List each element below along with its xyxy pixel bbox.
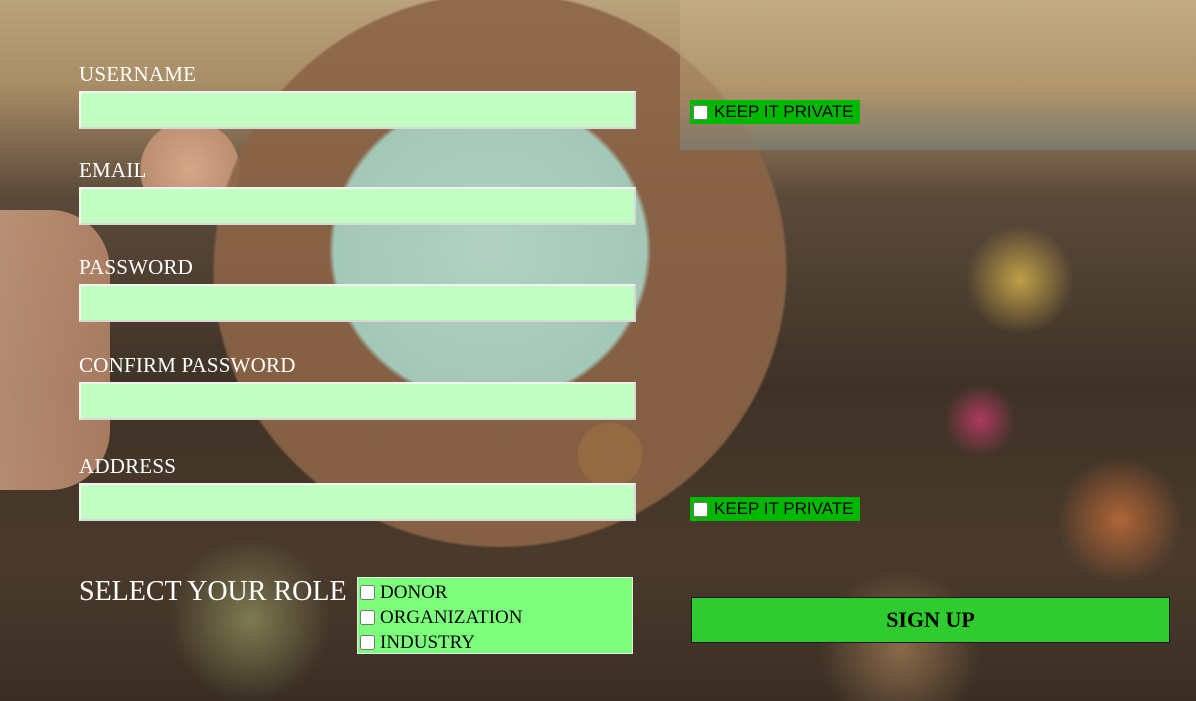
keep-private-address[interactable]: KEEP IT PRIVATE [690, 497, 860, 521]
role-option-organization[interactable]: ORGANIZATION [358, 605, 632, 630]
background-wood-plank [680, 0, 1196, 150]
username-label: USERNAME [79, 62, 197, 86]
keep-private-address-checkbox[interactable] [693, 501, 708, 517]
username-input[interactable] [79, 91, 636, 129]
address-label: ADDRESS [79, 454, 177, 478]
password-label: PASSWORD [79, 255, 194, 279]
role-option-donor[interactable]: DONOR [358, 580, 632, 605]
email-label: EMAIL [79, 158, 147, 182]
keep-private-username-label: KEEP IT PRIVATE [714, 102, 854, 121]
sign-up-button[interactable]: SIGN UP [691, 597, 1170, 643]
password-input[interactable] [79, 284, 636, 322]
confirm-password-label: CONFIRM PASSWORD [79, 353, 296, 377]
keep-private-username-checkbox[interactable] [693, 104, 708, 120]
confirm-password-input[interactable] [79, 382, 636, 420]
keep-private-username[interactable]: KEEP IT PRIVATE [690, 100, 860, 124]
role-industry-label: INDUSTRY [380, 631, 476, 653]
address-input[interactable] [79, 483, 636, 521]
role-organization-checkbox[interactable] [360, 610, 375, 625]
role-options-box: DONOR ORGANIZATION INDUSTRY [357, 577, 633, 654]
keep-private-address-label: KEEP IT PRIVATE [714, 499, 854, 518]
role-donor-checkbox[interactable] [360, 585, 375, 600]
role-organization-label: ORGANIZATION [380, 606, 523, 628]
background-hand [0, 210, 110, 490]
role-option-industry[interactable]: INDUSTRY [358, 630, 632, 655]
role-donor-label: DONOR [380, 581, 448, 603]
email-input[interactable] [79, 187, 636, 225]
select-role-title: SELECT YOUR ROLE [79, 576, 347, 607]
role-industry-checkbox[interactable] [360, 635, 375, 650]
